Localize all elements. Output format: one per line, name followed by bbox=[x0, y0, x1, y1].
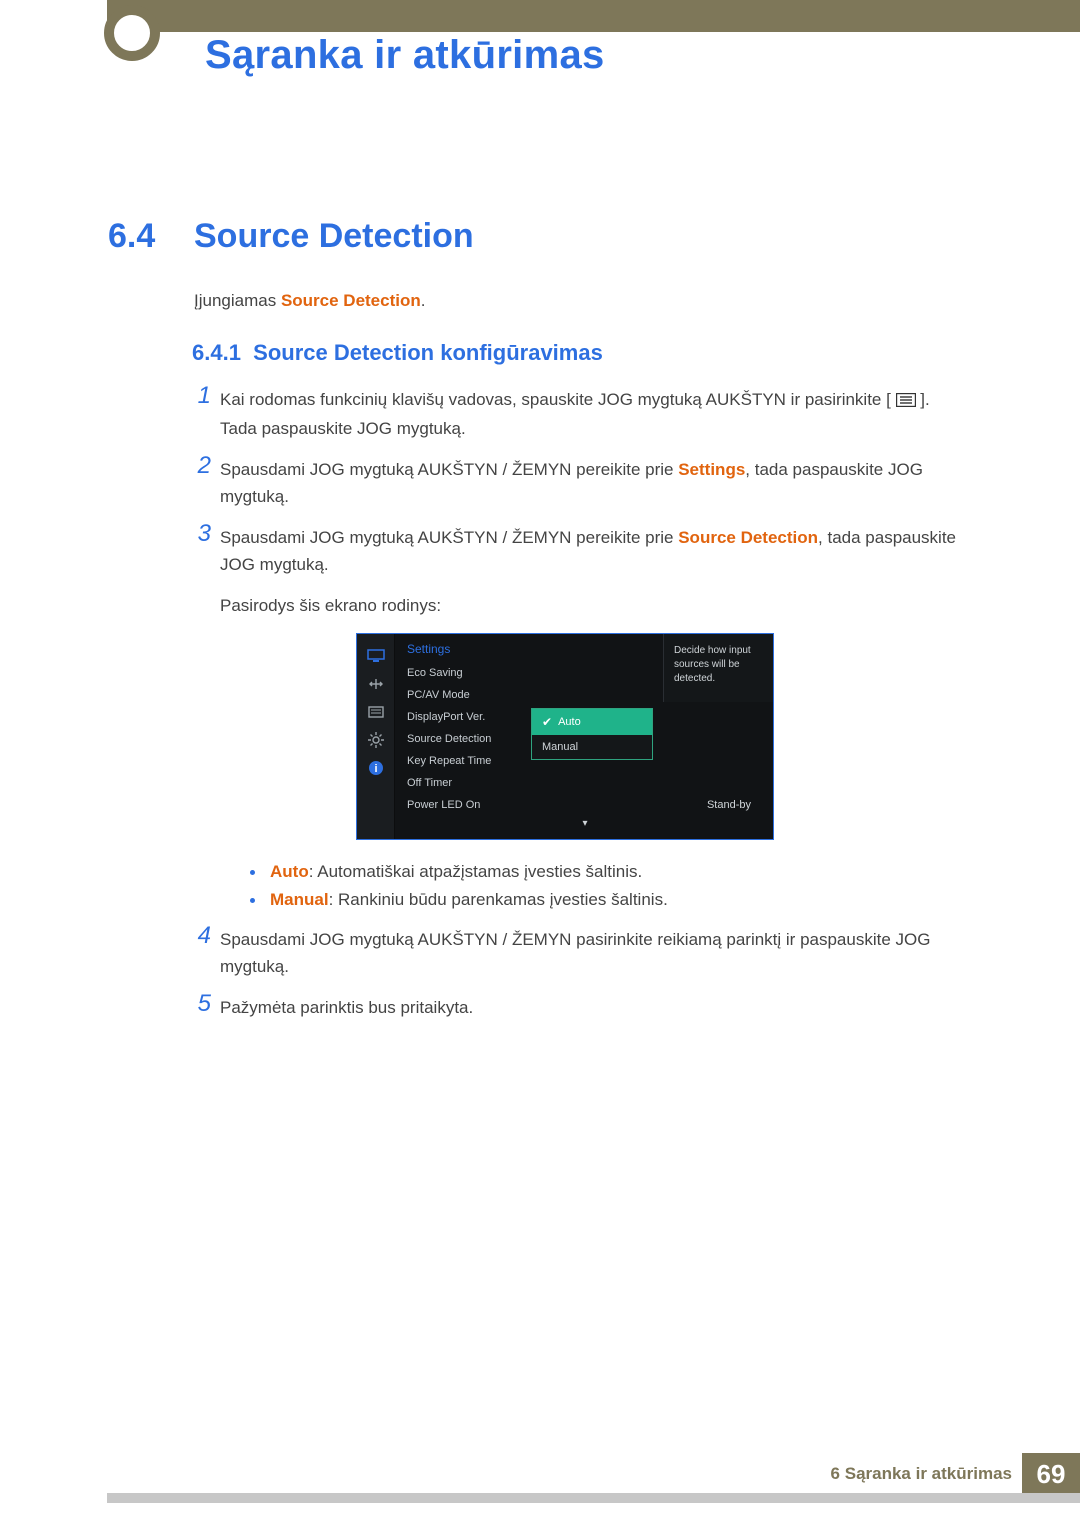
osd-sidebar: i bbox=[357, 634, 395, 839]
bullet-text: : Rankiniu būdu parenkamas įvesties šalt… bbox=[329, 890, 668, 909]
check-icon: ✔ bbox=[542, 715, 552, 729]
osd-help-text: Decide how input sources will be detecte… bbox=[663, 634, 773, 702]
footer-strip bbox=[107, 1493, 1080, 1503]
osd-row-label: Eco Saving bbox=[407, 667, 463, 679]
gear-icon bbox=[357, 726, 395, 754]
step-text: Spausdami JOG mygtuką AUKŠTYN / ŽEMYN pe… bbox=[220, 460, 678, 479]
intro-text: Įjungiamas Source Detection. bbox=[194, 289, 425, 313]
osd-row-value: Stand-by bbox=[707, 799, 751, 811]
osd-row-label: Off Timer bbox=[407, 777, 452, 789]
step-number: 5 bbox=[186, 990, 211, 1017]
bullet-label: Auto bbox=[270, 862, 309, 881]
osd-row-label: Key Repeat Time bbox=[407, 755, 491, 767]
footer: 6 Sąranka ir atkūrimas 69 bbox=[107, 1453, 1080, 1495]
osd-row-label: Power LED On bbox=[407, 799, 480, 811]
intro-suffix: . bbox=[421, 291, 426, 310]
chapter-badge-circle bbox=[104, 5, 160, 61]
step-number: 3 bbox=[186, 520, 211, 547]
step-highlight: Source Detection bbox=[678, 528, 818, 547]
bullet-label: Manual bbox=[270, 890, 329, 909]
page-number: 69 bbox=[1022, 1453, 1080, 1495]
step-text: Spausdami JOG mygtuką AUKŠTYN / ŽEMYN pe… bbox=[220, 528, 678, 547]
step-text: Pažymėta parinktis bus pritaikyta. bbox=[220, 998, 473, 1017]
step-text: Kai rodomas funkcinių klavišų vadovas, s… bbox=[220, 390, 891, 409]
top-band bbox=[107, 0, 1080, 32]
step-after-text: Pasirodys šis ekrano rodinys: bbox=[186, 592, 966, 619]
step-text: Spausdami JOG mygtuką AUKŠTYN / ŽEMYN pa… bbox=[220, 930, 930, 976]
steps-list: 1 Kai rodomas funkcinių klavišų vadovas,… bbox=[186, 386, 966, 1035]
osd-row-label: DisplayPort Ver. bbox=[407, 711, 485, 723]
resize-icon bbox=[357, 670, 395, 698]
osd-option: Manual bbox=[532, 735, 652, 759]
osd-row-label: Source Detection bbox=[407, 733, 491, 745]
step-item: 5 Pažymėta parinktis bus pritaikyta. bbox=[186, 994, 966, 1021]
bullet-list: Auto: Automatiškai atpažįstamas įvesties… bbox=[250, 858, 966, 914]
osd-row-label: PC/AV Mode bbox=[407, 689, 470, 701]
osd-option-selected: ✔ Auto bbox=[532, 709, 652, 735]
osd-option-label: Auto bbox=[558, 716, 581, 728]
menu-icon bbox=[896, 388, 916, 415]
osd-row: Power LED On Stand-by bbox=[407, 794, 763, 816]
step-number: 4 bbox=[186, 922, 211, 949]
chevron-down-icon: ▾ bbox=[407, 818, 763, 829]
step-number: 1 bbox=[186, 382, 211, 409]
intro-highlight: Source Detection bbox=[281, 291, 421, 310]
step-item: 1 Kai rodomas funkcinių klavišų vadovas,… bbox=[186, 386, 966, 442]
subsection-number: 6.4.1 bbox=[192, 340, 241, 365]
osd-row: Off Timer bbox=[407, 772, 763, 794]
step-item: 3 Spausdami JOG mygtuką AUKŠTYN / ŽEMYN … bbox=[186, 524, 966, 578]
step-item: 4 Spausdami JOG mygtuką AUKŠTYN / ŽEMYN … bbox=[186, 926, 966, 980]
bullet-item: Auto: Automatiškai atpažįstamas įvesties… bbox=[250, 858, 966, 886]
step-number: 2 bbox=[186, 452, 211, 479]
osd-main: Decide how input sources will be detecte… bbox=[395, 634, 773, 839]
section-title: Source Detection bbox=[194, 217, 474, 256]
list-icon bbox=[357, 698, 395, 726]
footer-label: 6 Sąranka ir atkūrimas bbox=[831, 1464, 1012, 1484]
step-item: 2 Spausdami JOG mygtuką AUKŠTYN / ŽEMYN … bbox=[186, 456, 966, 510]
osd-screenshot: i Decide how input sources will be detec… bbox=[356, 633, 774, 840]
bullet-text: : Automatiškai atpažįstamas įvesties šal… bbox=[309, 862, 643, 881]
osd-popover: ✔ Auto Manual bbox=[531, 708, 653, 760]
osd-option-label: Manual bbox=[542, 741, 578, 753]
subsection-title: Source Detection konfigūravimas bbox=[253, 340, 603, 365]
info-icon: i bbox=[357, 754, 395, 782]
monitor-icon bbox=[357, 642, 395, 670]
chapter-title: Sąranka ir atkūrimas bbox=[205, 33, 605, 78]
svg-text:i: i bbox=[374, 763, 377, 775]
step-highlight: Settings bbox=[678, 460, 745, 479]
intro-prefix: Įjungiamas bbox=[194, 291, 281, 310]
subsection-heading: 6.4.1 Source Detection konfigūravimas bbox=[192, 340, 603, 366]
section-number: 6.4 bbox=[108, 217, 155, 256]
bullet-item: Manual: Rankiniu būdu parenkamas įvestie… bbox=[250, 886, 966, 914]
